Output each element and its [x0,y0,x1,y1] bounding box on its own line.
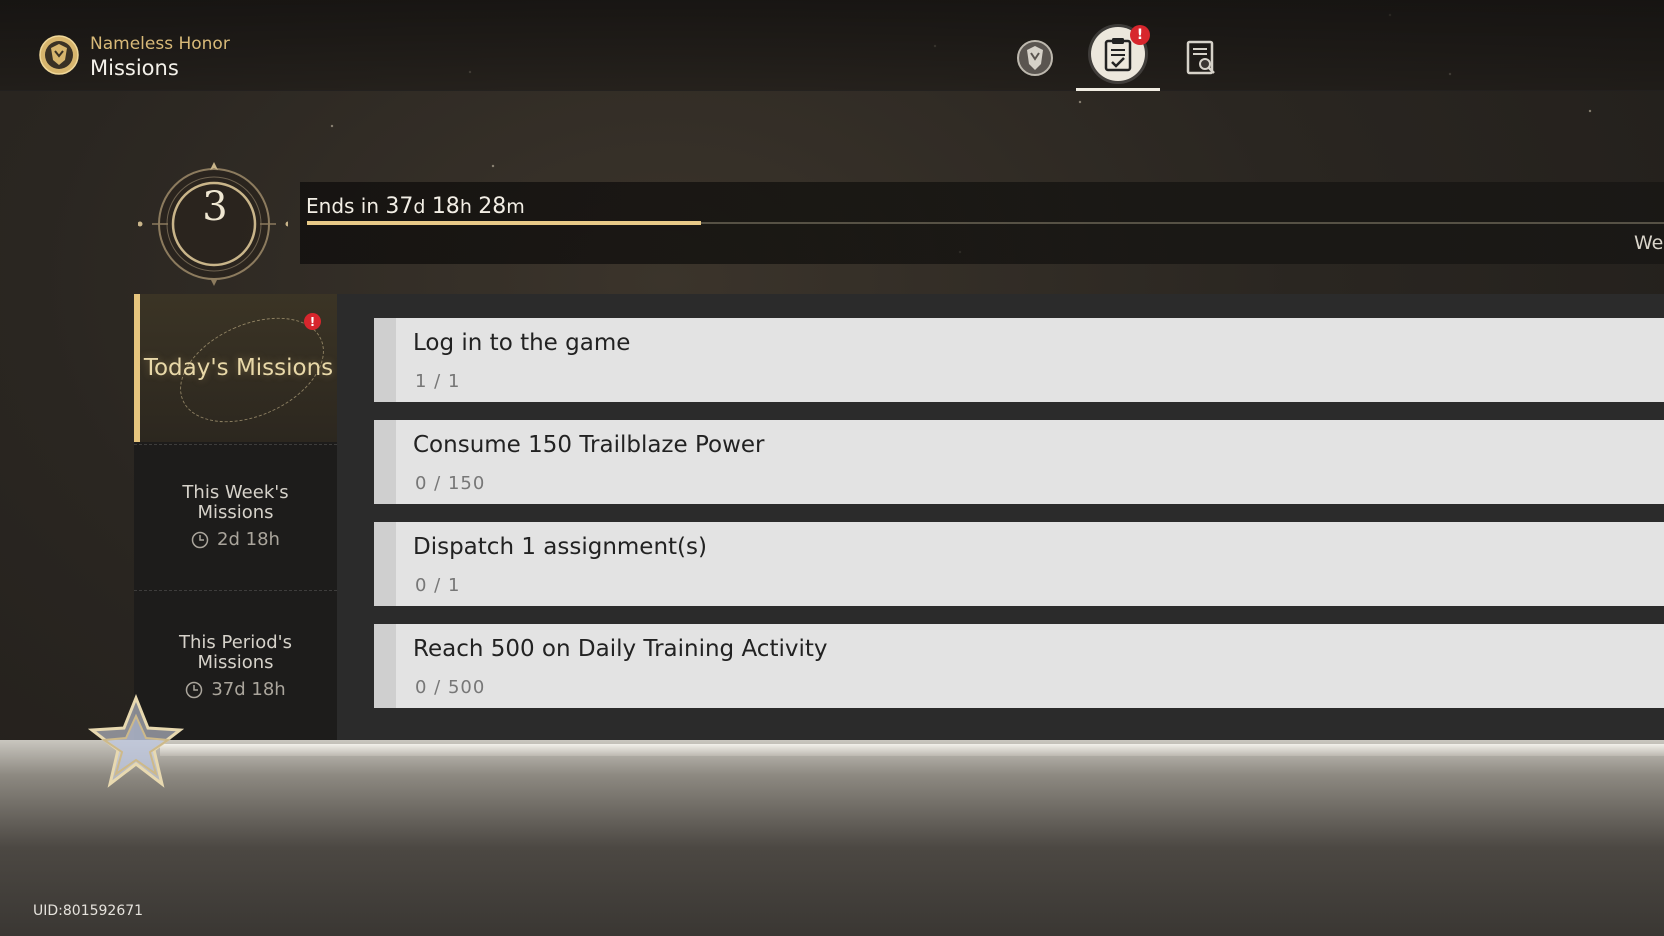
honor-level-number: 3 [202,184,228,230]
user-id: UID:801592671 [33,903,144,919]
mission-title: Reach 500 on Daily Training Activity [413,636,828,662]
top-bar [0,0,1664,91]
period-timer-text: 37d 18h [211,679,286,700]
mission-progress: 0 / 150 [415,473,486,494]
mission-card[interactable]: Log in to the game 1 / 1 [374,318,1664,402]
clock-icon [191,531,209,548]
countdown-minutes: 28 [478,194,507,219]
sidebar-item-weekly-missions[interactable]: This Week's Missions 2d 18h [134,444,337,588]
sidebar-item-label-line1: This Week's [182,482,289,503]
tab-records[interactable] [1173,30,1229,86]
weekly-reset-timer: 2d 18h [191,529,280,550]
countdown-hours: 18 [431,194,460,219]
mission-title: Log in to the game [413,330,631,356]
period-countdown: Ends in 37d 18h 28m [306,194,525,219]
missions-tab-alert-badge: ! [1130,25,1150,45]
page-title: Missions [90,56,179,80]
mission-card[interactable]: Consume 150 Trailblaze Power 0 / 150 [374,420,1664,504]
countdown-minutes-unit: m [506,196,525,218]
mission-progress: 1 / 1 [415,371,461,392]
nameless-honor-emblem-icon [39,35,79,75]
fog-highlight [160,744,1664,756]
page-subtitle: Nameless Honor [90,34,230,54]
active-tab-underline [1076,88,1160,91]
honor-emblem-icon [1017,40,1053,76]
star-crystal-icon [88,694,184,788]
countdown-hours-unit: h [459,196,472,218]
mission-card[interactable]: Reach 500 on Daily Training Activity 0 /… [374,624,1664,708]
sidebar-item-label-line2: Missions [197,502,274,523]
mission-progress: 0 / 1 [415,575,461,596]
sidebar-item-label-line1: This Period's [179,632,292,653]
mission-clipboard-icon [1104,38,1132,72]
mission-title: Consume 150 Trailblaze Power [413,432,765,458]
weekly-timer-text: 2d 18h [217,529,280,550]
countdown-days: 37 [385,194,414,219]
todays-missions-alert-badge: ! [304,313,321,330]
period-banner-trailing-text: We [1634,232,1664,254]
clock-icon [186,681,203,698]
mission-progress: 0 / 500 [415,677,486,698]
countdown-days-unit: d [413,196,426,218]
fog-floor [0,740,1664,936]
period-reset-timer: 37d 18h [185,679,286,700]
period-progress-fill [307,221,701,225]
sidebar-item-label-line2: Missions [197,652,274,673]
mission-card[interactable]: Dispatch 1 assignment(s) 0 / 1 [374,522,1664,606]
countdown-prefix: Ends in [306,194,380,218]
records-search-icon [1186,40,1215,75]
mission-title: Dispatch 1 assignment(s) [413,534,707,560]
tab-honor[interactable] [1007,30,1063,86]
